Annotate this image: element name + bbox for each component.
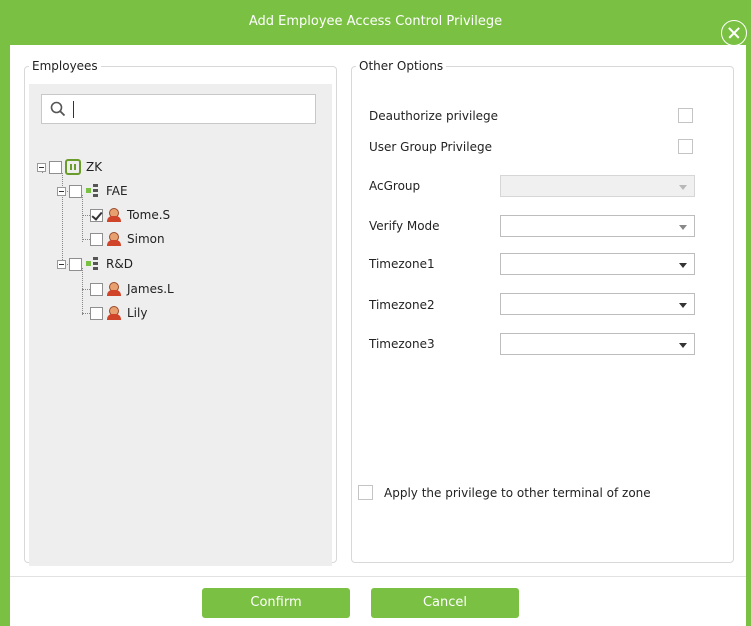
user-icon [106,305,122,321]
dialog: Add Employee Access Control Privilege Em… [0,0,751,626]
timezone3-select[interactable] [500,333,695,355]
title-bar: Add Employee Access Control Privilege [0,0,751,46]
deauthorize-checkbox[interactable] [678,108,693,123]
tree-node-label: Lily [127,306,148,320]
tree-checkbox-fae[interactable] [69,184,82,198]
user-group-checkbox[interactable] [678,139,693,154]
tree-node-label: ZK [86,160,103,174]
tree-node-james-l[interactable]: James.L [90,280,174,298]
user-group-label: User Group Privilege [369,140,492,154]
other-options-panel: Other Options Deauthorize privilege User… [351,59,734,563]
collapse-toggle-icon[interactable] [57,259,66,269]
cancel-button[interactable]: Cancel [371,588,519,618]
close-icon[interactable] [721,20,747,46]
acgroup-label: AcGroup [369,179,421,193]
acgroup-select [500,175,695,197]
employees-legend: Employees [32,59,98,73]
tree-node-zk[interactable]: ZK [37,158,102,176]
deauthorize-label: Deauthorize privilege [369,109,499,123]
chevron-down-icon [679,185,687,190]
tree-checkbox-zk[interactable] [49,160,62,174]
user-icon [106,207,122,223]
employee-tree-area: ZK FAE Tome.S Simon R&D James.L Lily [29,84,332,566]
tree-node-lily[interactable]: Lily [90,304,147,322]
tree-checkbox-r-and-d[interactable] [69,257,82,271]
collapse-toggle-icon[interactable] [37,162,46,172]
dialog-footer: Confirm Cancel [10,576,746,626]
tree-checkbox-simon[interactable] [90,232,103,246]
tree-node-tome-s[interactable]: Tome.S [90,206,170,224]
user-icon [106,231,122,247]
tree-node-label: James.L [127,282,174,296]
tree-node-label: Simon [127,232,165,246]
timezone2-label: Timezone2 [369,298,435,312]
chevron-down-icon [679,225,687,230]
timezone2-select[interactable] [500,293,695,315]
employees-panel: Employees ZK FAE Tome.S Simon R&D James.… [24,59,337,566]
timezone1-select[interactable] [500,253,695,275]
timezone3-label: Timezone3 [369,337,435,351]
tree-node-simon[interactable]: Simon [90,230,165,248]
department-icon [85,256,101,272]
tree-checkbox-lily[interactable] [90,306,103,320]
verify-mode-select[interactable] [500,215,695,237]
dialog-title: Add Employee Access Control Privilege [248,14,503,29]
apply-zone-label: Apply the privilege to other terminal of… [384,486,651,500]
tree-node-label: Tome.S [127,208,171,222]
timezone1-label: Timezone1 [369,257,435,271]
tree-checkbox-james-l[interactable] [90,282,103,296]
chevron-down-icon [679,343,687,348]
user-icon [106,281,122,297]
dialog-content: Employees ZK FAE Tome.S Simon R&D James.… [10,45,746,576]
chevron-down-icon [679,263,687,268]
verify-mode-label: Verify Mode [369,219,440,233]
tree-node-label: FAE [106,184,128,198]
tree-node-r-and-d[interactable]: R&D [57,255,133,273]
employee-tree: ZK FAE Tome.S Simon R&D James.L Lily [29,84,332,566]
tree-checkbox-tome-s[interactable] [90,208,103,222]
department-icon [85,183,101,199]
tree-node-fae[interactable]: FAE [57,182,128,200]
apply-zone-checkbox[interactable] [358,485,373,500]
tree-node-label: R&D [106,257,133,271]
confirm-button[interactable]: Confirm [202,588,350,618]
company-icon [65,159,81,175]
other-options-legend: Other Options [359,59,444,73]
chevron-down-icon [679,303,687,308]
collapse-toggle-icon[interactable] [57,186,66,196]
